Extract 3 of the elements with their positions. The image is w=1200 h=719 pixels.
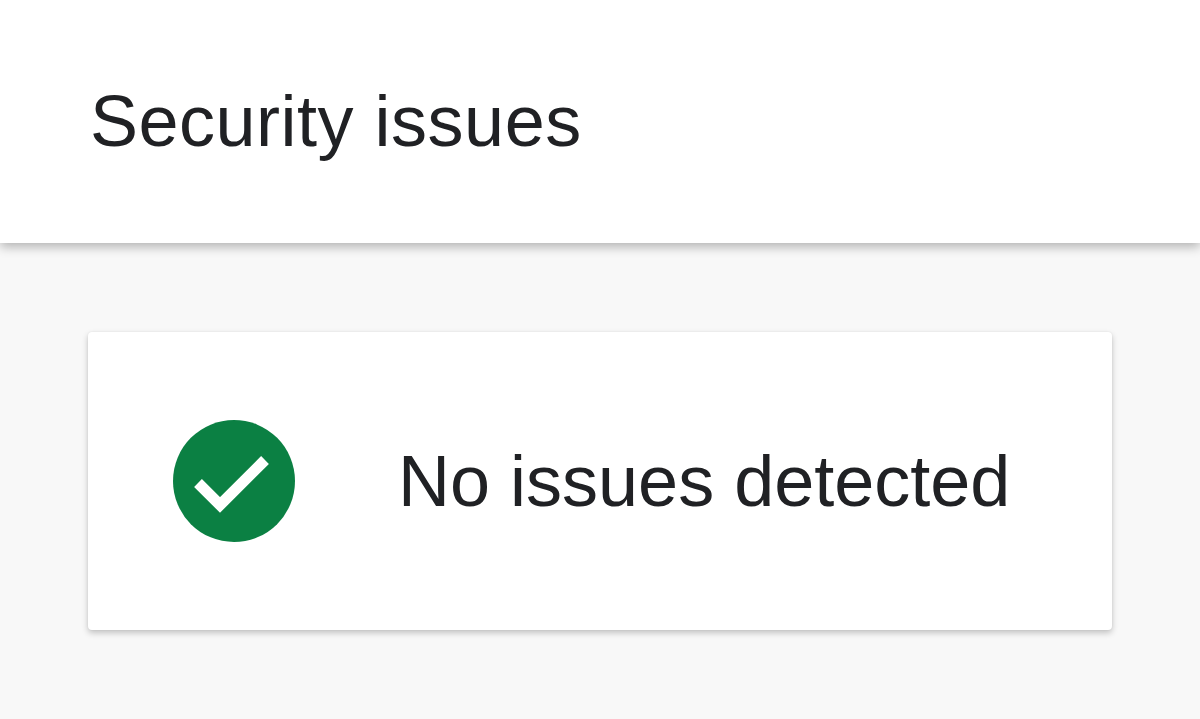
page-title: Security issues: [90, 80, 582, 164]
status-message: No issues detected: [398, 439, 1011, 523]
check-circle-icon: [173, 420, 295, 542]
